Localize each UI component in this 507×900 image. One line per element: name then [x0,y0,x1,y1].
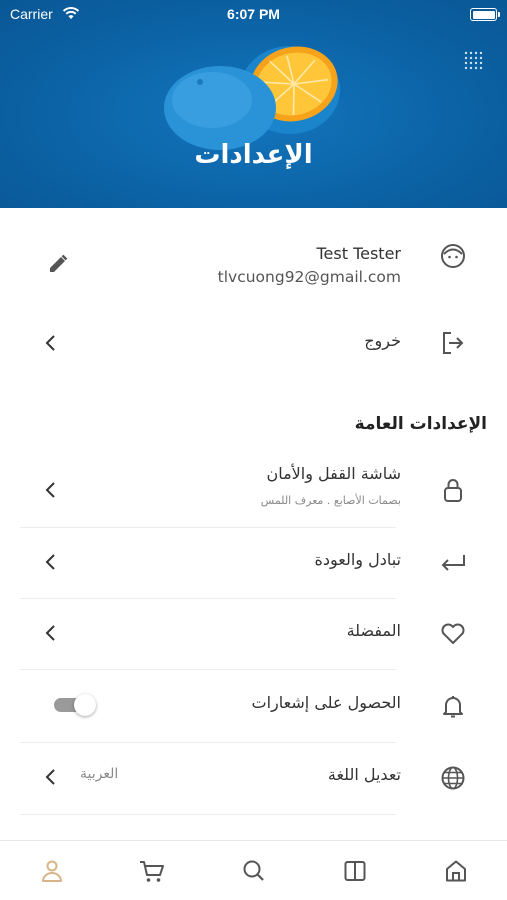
heart-icon [435,616,471,652]
cart-icon[interactable] [138,857,166,885]
page-title: الإعدادات [194,140,313,170]
pencil-icon[interactable] [46,252,70,276]
clock: 6:07 PM [227,6,280,22]
settings-header: الإعدادات [0,0,507,208]
settings-item-label: المفضلة [346,621,401,640]
grid-dots-icon[interactable] [463,50,485,76]
logout-icon [435,325,471,361]
settings-item-subtitle: بصمات الأصابع . معرف اللمس [260,494,401,507]
section-title-general: الإعدادات العامة [354,414,487,434]
settings-item-label: الحصول على إشعارات [251,693,401,712]
search-icon[interactable] [240,857,268,885]
return-arrow-icon [435,545,471,581]
chevron-left-icon [38,550,62,574]
settings-item-lock-security[interactable]: شاشة القفل والأمان بصمات الأصابع . معرف … [0,456,507,526]
settings-item-language[interactable]: تعديل اللغة [0,743,507,813]
profile-email: tlvcuong92@gmail.com [217,268,401,286]
settings-item-label: تعديل اللغة [327,765,401,784]
orange-illustration [164,46,340,150]
notifications-toggle[interactable] [54,694,98,716]
logout-label: خروج [364,331,401,350]
toggle-knob [74,694,96,716]
settings-item-label: شاشة القفل والأمان [266,464,401,483]
chevron-left-icon [38,331,62,355]
smiley-face-icon [435,238,471,274]
home-icon[interactable] [442,857,470,885]
chevron-left-icon [38,765,62,789]
bell-icon [435,688,471,724]
battery-icon [470,8,500,21]
settings-item-favorites[interactable]: المفضلة [0,599,507,669]
settings-item-label: تبادل والعودة [314,550,401,569]
globe-icon [435,760,471,796]
settings-item-exchange-return[interactable]: تبادل والعودة [0,528,507,598]
status-bar: Carrier 6:07 PM [0,0,507,30]
book-icon[interactable] [341,857,369,885]
bottom-tab-bar [0,840,507,900]
profile-name: Test Tester [316,244,401,263]
divider [20,814,396,815]
language-value: العربية [80,766,119,782]
chevron-left-icon [38,621,62,645]
chevron-left-icon [38,478,62,502]
lock-icon [435,472,471,508]
user-icon[interactable] [38,857,66,885]
logout-row[interactable]: خروج [0,316,507,370]
